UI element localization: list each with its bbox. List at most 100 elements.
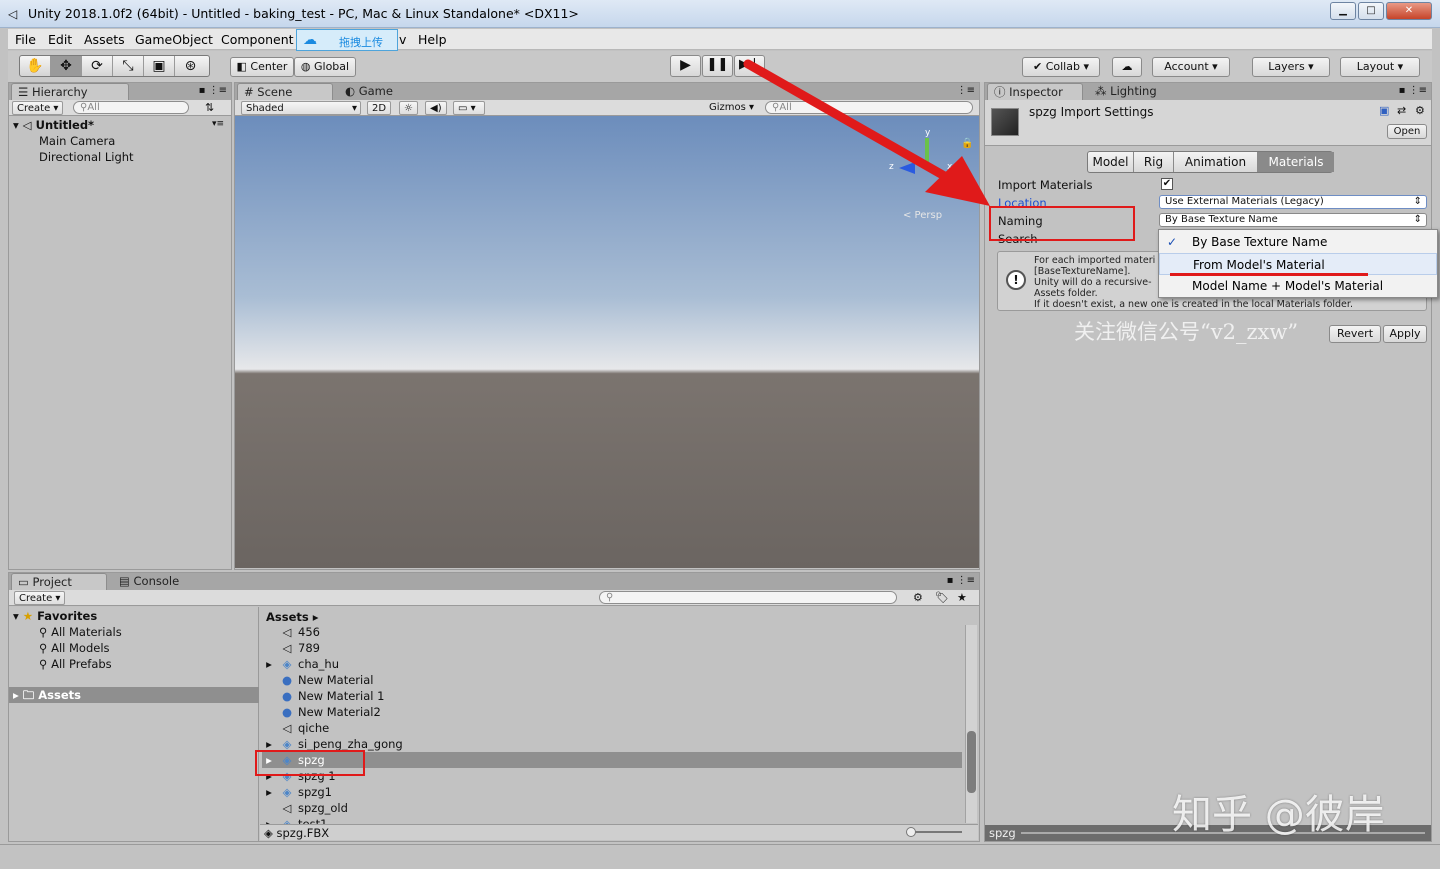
asset-row[interactable]: ◁ spzg_old (262, 800, 962, 816)
asset-row[interactable]: ▸ ◈ si_peng_zha_gong (262, 736, 962, 752)
preset-icon[interactable]: ⇄ (1397, 104, 1406, 117)
scrollbar-thumb[interactable] (967, 731, 976, 793)
favorite-item-all-models[interactable]: ⚲ All Models (39, 641, 110, 655)
asset-row[interactable]: ◁ 456 (262, 624, 962, 640)
rect-tool-icon[interactable]: ▣ (144, 56, 175, 76)
favorite-item-all-materials[interactable]: ⚲ All Materials (39, 625, 122, 639)
mode-2d-button[interactable]: 2D (367, 101, 392, 115)
import-materials-checkbox[interactable]: ✔ (1161, 178, 1173, 190)
minimize-button[interactable]: ▁ (1330, 2, 1356, 20)
revert-button[interactable]: Revert (1329, 325, 1381, 343)
shading-mode-dropdown[interactable]: Shaded ▾ (241, 101, 361, 115)
help-book-icon[interactable]: ▣ (1379, 104, 1389, 117)
tab-model[interactable]: Model (1088, 152, 1134, 172)
naming-dropdown[interactable]: By Base Texture Name ⇕ (1159, 213, 1427, 227)
option-from-models-material[interactable]: From Model's Material (1159, 253, 1437, 275)
tab-rig[interactable]: Rig (1134, 152, 1174, 172)
tab-game[interactable]: ◐ Game (339, 83, 419, 100)
menu-file[interactable]: File (15, 32, 36, 47)
hand-tool-icon[interactable]: ✋ (20, 56, 51, 76)
asset-row[interactable]: ● New Material (262, 672, 962, 688)
tab-materials[interactable]: Materials (1258, 152, 1334, 172)
play-button[interactable]: ▶ (670, 55, 701, 77)
option-model-name-plus-material[interactable]: Model Name + Model's Material (1159, 275, 1437, 297)
project-panel-menu-icon[interactable]: ▪ ⋮≡ (947, 575, 975, 586)
layout-dropdown[interactable]: Layout ▾ (1340, 57, 1420, 77)
gear-icon[interactable]: ⚙ (1415, 104, 1425, 117)
menu-component[interactable]: Component (221, 32, 294, 47)
menu-window-tail[interactable]: v (399, 32, 406, 47)
maximize-button[interactable]: □ (1358, 2, 1384, 20)
layers-dropdown[interactable]: Layers ▾ (1252, 57, 1330, 77)
hierarchy-item-main-camera[interactable]: Main Camera (39, 134, 115, 148)
transform-tool-icon[interactable]: ⊛ (175, 56, 206, 76)
star-icon: ★ (22, 609, 34, 623)
expand-arrow-icon[interactable]: ▸ (262, 656, 276, 672)
asset-row[interactable]: ▸ ◈ cha_hu (262, 656, 962, 672)
option-by-base-texture-name[interactable]: ✓ By Base Texture Name (1159, 231, 1437, 253)
scene-options-icon[interactable]: ▾≡ (212, 119, 224, 129)
rotate-tool-icon[interactable]: ⟳ (82, 56, 113, 76)
pause-button[interactable]: ❚❚ (702, 55, 733, 77)
tab-scene[interactable]: # Scene (237, 83, 333, 100)
asset-row[interactable]: ● New Material 1 (262, 688, 962, 704)
move-tool-icon[interactable]: ✥ (51, 56, 82, 76)
hierarchy-create-button[interactable]: Create ▾ (12, 101, 64, 115)
tab-console[interactable]: ▤ Console (113, 573, 203, 590)
slider-handle[interactable] (906, 827, 916, 837)
scene-root-row[interactable]: ▾ ◁ Untitled* (13, 118, 94, 132)
pivot-center-button[interactable]: ◧ Center (230, 57, 294, 77)
asset-row[interactable]: ◁ qiche (262, 720, 962, 736)
icon-size-slider[interactable] (906, 827, 962, 837)
tab-hierarchy[interactable]: ☰ Hierarchy (11, 83, 129, 100)
hierarchy-item-directional-light[interactable]: Directional Light (39, 150, 134, 164)
close-button[interactable]: ✕ (1386, 2, 1432, 20)
collab-dropdown[interactable]: ✔ Collab ▾ (1022, 57, 1100, 77)
menu-edit[interactable]: Edit (48, 32, 72, 47)
scale-tool-icon[interactable]: ⤡ (113, 56, 144, 76)
upload-overlay[interactable]: ☁ 拖拽上传 (296, 29, 398, 51)
favorites-row[interactable]: ▾ ★ Favorites (13, 609, 97, 623)
tab-project[interactable]: ▭ Project (11, 573, 107, 590)
pivot-global-button[interactable]: ◍ Global (294, 57, 356, 77)
tab-animation[interactable]: Animation (1174, 152, 1258, 172)
favorite-all-models-label: All Models (51, 641, 110, 655)
project-breadcrumb[interactable]: Assets ▸ (266, 610, 319, 624)
location-dropdown[interactable]: Use External Materials (Legacy) ⇕ (1159, 195, 1427, 209)
preview-footer-label: spzg (989, 826, 1016, 840)
menu-help[interactable]: Help (418, 32, 447, 47)
apply-button[interactable]: Apply (1383, 325, 1427, 343)
filter-by-label-icon[interactable]: 🏷 (935, 591, 949, 604)
assets-folder-row[interactable]: ▸ 🗀 Assets (9, 687, 259, 703)
effects-dropdown-icon[interactable]: ▭ ▾ (453, 101, 485, 115)
asset-list-scrollbar[interactable] (965, 625, 977, 823)
asset-row[interactable]: ◁ 789 (262, 640, 962, 656)
open-button[interactable]: Open (1387, 124, 1427, 139)
favorite-star-icon[interactable]: ★ (957, 591, 967, 604)
cloud-services-icon[interactable]: ☁ (1112, 57, 1142, 77)
tab-lighting[interactable]: ⁂ Lighting (1089, 83, 1179, 100)
lighting-toggle-icon[interactable]: ☼ (399, 101, 418, 115)
asset-row[interactable]: ▸ ◈ spzg 1 (262, 768, 962, 784)
menu-assets[interactable]: Assets (84, 32, 125, 47)
sort-icon[interactable]: ⇅ (205, 101, 214, 114)
audio-toggle-icon[interactable]: ◀) (425, 101, 447, 115)
project-search-input[interactable]: ⚲ (599, 591, 897, 604)
assets-folder-label-wrap: ▸ 🗀 Assets (13, 688, 82, 702)
account-dropdown[interactable]: Account ▾ (1152, 57, 1230, 77)
asset-row[interactable]: ● New Material2 (262, 704, 962, 720)
favorite-item-all-prefabs[interactable]: ⚲ All Prefabs (39, 657, 112, 671)
filter-by-type-icon[interactable]: ⚙ (913, 591, 923, 604)
menu-gameobject[interactable]: GameObject (135, 32, 213, 47)
inspector-panel-menu-icon[interactable]: ▪ ⋮≡ (1399, 85, 1427, 96)
hierarchy-search-input[interactable]: ⚲All (73, 101, 189, 114)
tab-inspector[interactable]: ⓘ Inspector (987, 83, 1083, 100)
inspector-panel: ⓘ Inspector ⁂ Lighting ▪ ⋮≡ spzg Import … (984, 82, 1432, 842)
apply-label: Apply (1389, 327, 1421, 340)
project-create-button[interactable]: Create ▾ (14, 591, 66, 605)
asset-row[interactable]: ▸ ◈ spzg1 (262, 784, 962, 800)
asset-row[interactable]: ▸ ◈ spzg (262, 752, 962, 768)
expand-arrow-icon[interactable]: ▸ (262, 784, 276, 800)
hierarchy-subbar: Create ▾ ⚲All ⇅ (9, 100, 231, 116)
panel-menu-icon[interactable]: ▪ ⋮≡ (199, 85, 227, 96)
